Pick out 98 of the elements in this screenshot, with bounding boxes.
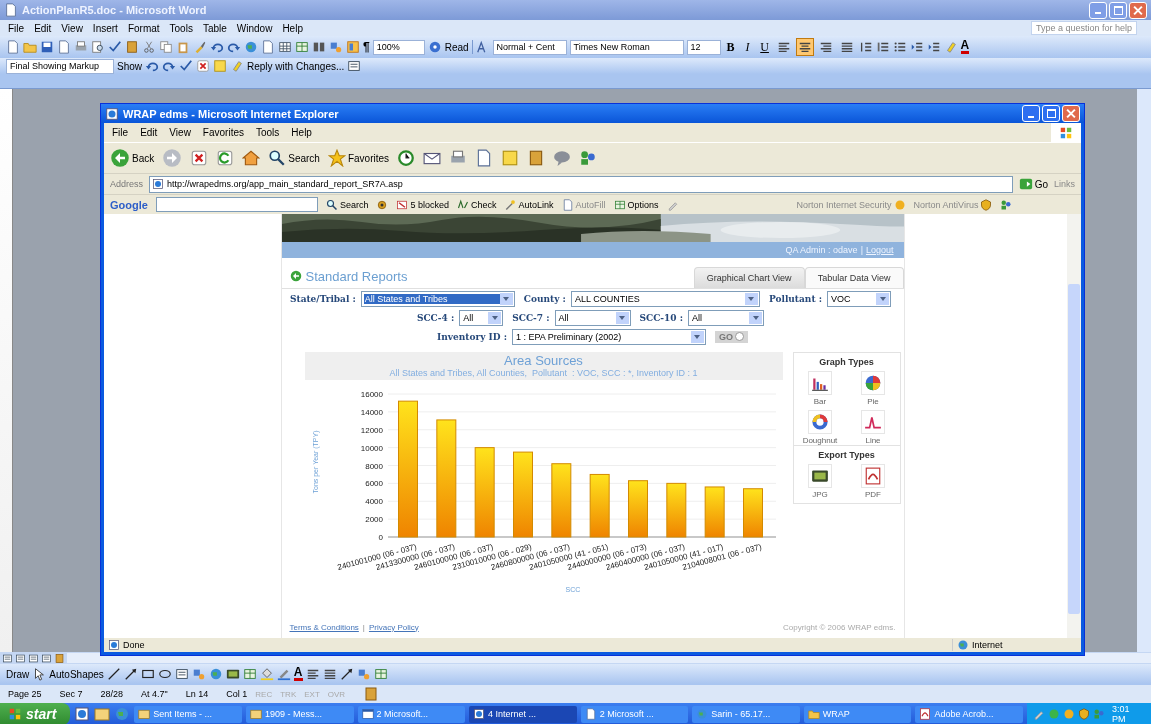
separator-text: |: [362, 622, 365, 632]
font-combo[interactable]: Times New Roman: [569, 39, 684, 55]
menu-item[interactable]: Edit: [140, 127, 158, 138]
security-zone: Internet: [952, 639, 1077, 651]
status-text: At 4.7": [141, 689, 168, 699]
filter-label: SCC-7 :: [512, 312, 550, 323]
section-heading: Standard Reports: [305, 268, 408, 284]
go-button[interactable]: Go: [1018, 177, 1048, 191]
menu-item[interactable]: Tools: [256, 127, 280, 138]
menu-item[interactable]: Help: [282, 22, 303, 34]
menu-item[interactable]: Window: [236, 22, 273, 34]
style-combo[interactable]: Normal + Cent: [492, 39, 567, 55]
axis-tick-label: 4000: [364, 497, 383, 507]
graph-type-button[interactable]: Doughnut: [793, 410, 847, 445]
reply-with-changes-button[interactable]: Reply with Changes...: [247, 60, 345, 72]
clock: 3:01 PM: [1112, 704, 1131, 724]
filter-label: Inventory ID :: [437, 331, 507, 342]
autoshapes-menu-button[interactable]: AutoShapes: [49, 668, 104, 680]
format-button[interactable]: B: [723, 39, 738, 55]
menu-item[interactable]: Table: [202, 22, 227, 34]
show-marks-button[interactable]: ¶: [363, 40, 370, 54]
export-button[interactable]: JPG: [793, 464, 847, 499]
dropdown[interactable]: 1 : EPA Preliminary (2002): [512, 328, 706, 345]
dropdown[interactable]: All: [554, 309, 631, 326]
font-color-button[interactable]: A: [960, 40, 970, 54]
status-text: Sec 7: [59, 689, 83, 699]
popup-blocker-button[interactable]: 5 blocked: [396, 198, 449, 211]
graph-type-button[interactable]: Bar: [793, 371, 847, 406]
menu-item[interactable]: Insert: [92, 22, 118, 34]
dropdown[interactable]: ALL COUNTIES: [570, 290, 760, 307]
favorites-button[interactable]: Favorites: [327, 149, 390, 167]
axis-tick-label: 2000: [364, 515, 383, 525]
search-button[interactable]: Search: [268, 149, 320, 167]
menu-item[interactable]: Format: [127, 22, 160, 34]
window-title: WRAP edms - Microsoft Internet Explorer: [123, 107, 340, 120]
filter-label: Pollutant :: [768, 293, 822, 304]
axis-tick-label: 0: [378, 533, 383, 542]
axis-tick-label: 8000: [364, 461, 383, 471]
spell-check-button[interactable]: Check: [456, 198, 497, 211]
menu-item[interactable]: Tools: [169, 22, 193, 34]
axis-tick-label: 10000: [360, 443, 383, 453]
filter-label: County :: [523, 293, 566, 304]
markup-view-combo[interactable]: Final Showing Markup: [6, 58, 114, 74]
taskbar-button[interactable]: 4 Internet ...: [469, 705, 577, 723]
zoom-combo[interactable]: 100%: [372, 39, 425, 55]
dropdown[interactable]: VOC: [827, 290, 891, 307]
window-title: ActionPlanR5.doc - Microsoft Word: [22, 4, 208, 16]
status-text: 28/28: [100, 689, 124, 699]
status-text: Page 25: [8, 689, 42, 699]
panel-title: Export Types: [793, 445, 900, 464]
menu-item[interactable]: Edit: [34, 22, 52, 34]
copyright-text: Copyright © 2006 WRAP edms.: [783, 622, 896, 632]
address-field[interactable]: http://wrapedms.org/app_main_standard_report_SR7A.asp: [149, 175, 1013, 193]
draw-menu-button[interactable]: Draw: [6, 668, 30, 680]
chart-subtitle: All States and Tribes, All Counties, Pollutant : VOC, SCC : *, Inventory ID : 1: [389, 368, 698, 378]
axis-tick-label: 6000: [364, 479, 383, 489]
show-button[interactable]: Show: [117, 60, 142, 72]
menu-item[interactable]: View: [61, 22, 83, 34]
dropdown[interactable]: All: [459, 309, 504, 326]
axis-tick-label: 16000: [360, 390, 383, 399]
font-color-button[interactable]: A: [293, 667, 303, 681]
dropdown[interactable]: All: [688, 309, 765, 326]
format-button[interactable]: I: [740, 39, 755, 55]
tab[interactable]: Tabular Data View: [804, 267, 904, 288]
tab[interactable]: Graphical Chart View: [693, 267, 805, 288]
google-logo[interactable]: Google: [110, 198, 148, 211]
filter-label: SCC-4 :: [416, 312, 455, 323]
help-search-field[interactable]: Type a question for help: [1030, 21, 1137, 35]
autolink-button[interactable]: AutoLink: [504, 198, 554, 211]
menu-item[interactable]: File: [8, 22, 25, 34]
axis-tick-label: 12000: [360, 425, 383, 435]
format-button[interactable]: U: [757, 39, 772, 55]
panel-title: Graph Types: [818, 356, 875, 369]
axis-tick-label: 14000: [360, 407, 383, 417]
separator-text: |: [860, 245, 863, 255]
menu-item[interactable]: Help: [291, 127, 312, 138]
graph-type-button[interactable]: Line: [846, 410, 900, 445]
read-button[interactable]: Read: [444, 41, 469, 53]
menu-item[interactable]: View: [169, 127, 191, 138]
chart-title: Area Sources: [504, 353, 583, 368]
status-text: Col 1: [226, 689, 248, 699]
graph-type-button[interactable]: Pie: [846, 371, 900, 406]
dropdown[interactable]: All States and Tribes: [360, 290, 515, 307]
status-text: Ln 14: [185, 689, 209, 699]
footer-link[interactable]: Privacy Policy: [368, 622, 419, 632]
footer-link[interactable]: Terms & Conditions: [289, 622, 359, 632]
menu-item[interactable]: File: [112, 127, 129, 138]
back-button[interactable]: Back: [110, 148, 155, 168]
options-button[interactable]: Options: [613, 198, 659, 211]
filter-label: State/Tribal :: [289, 293, 356, 304]
font-size-combo[interactable]: 12: [686, 39, 721, 55]
menu-item[interactable]: Favorites: [202, 127, 244, 138]
search-button[interactable]: Search: [325, 198, 369, 211]
user-name: QA Admin : odave: [785, 245, 858, 255]
export-button[interactable]: PDF: [846, 464, 900, 499]
status-text: Done: [108, 639, 145, 651]
address-label: Address: [110, 179, 144, 189]
filter-label: SCC-10 :: [639, 312, 684, 323]
